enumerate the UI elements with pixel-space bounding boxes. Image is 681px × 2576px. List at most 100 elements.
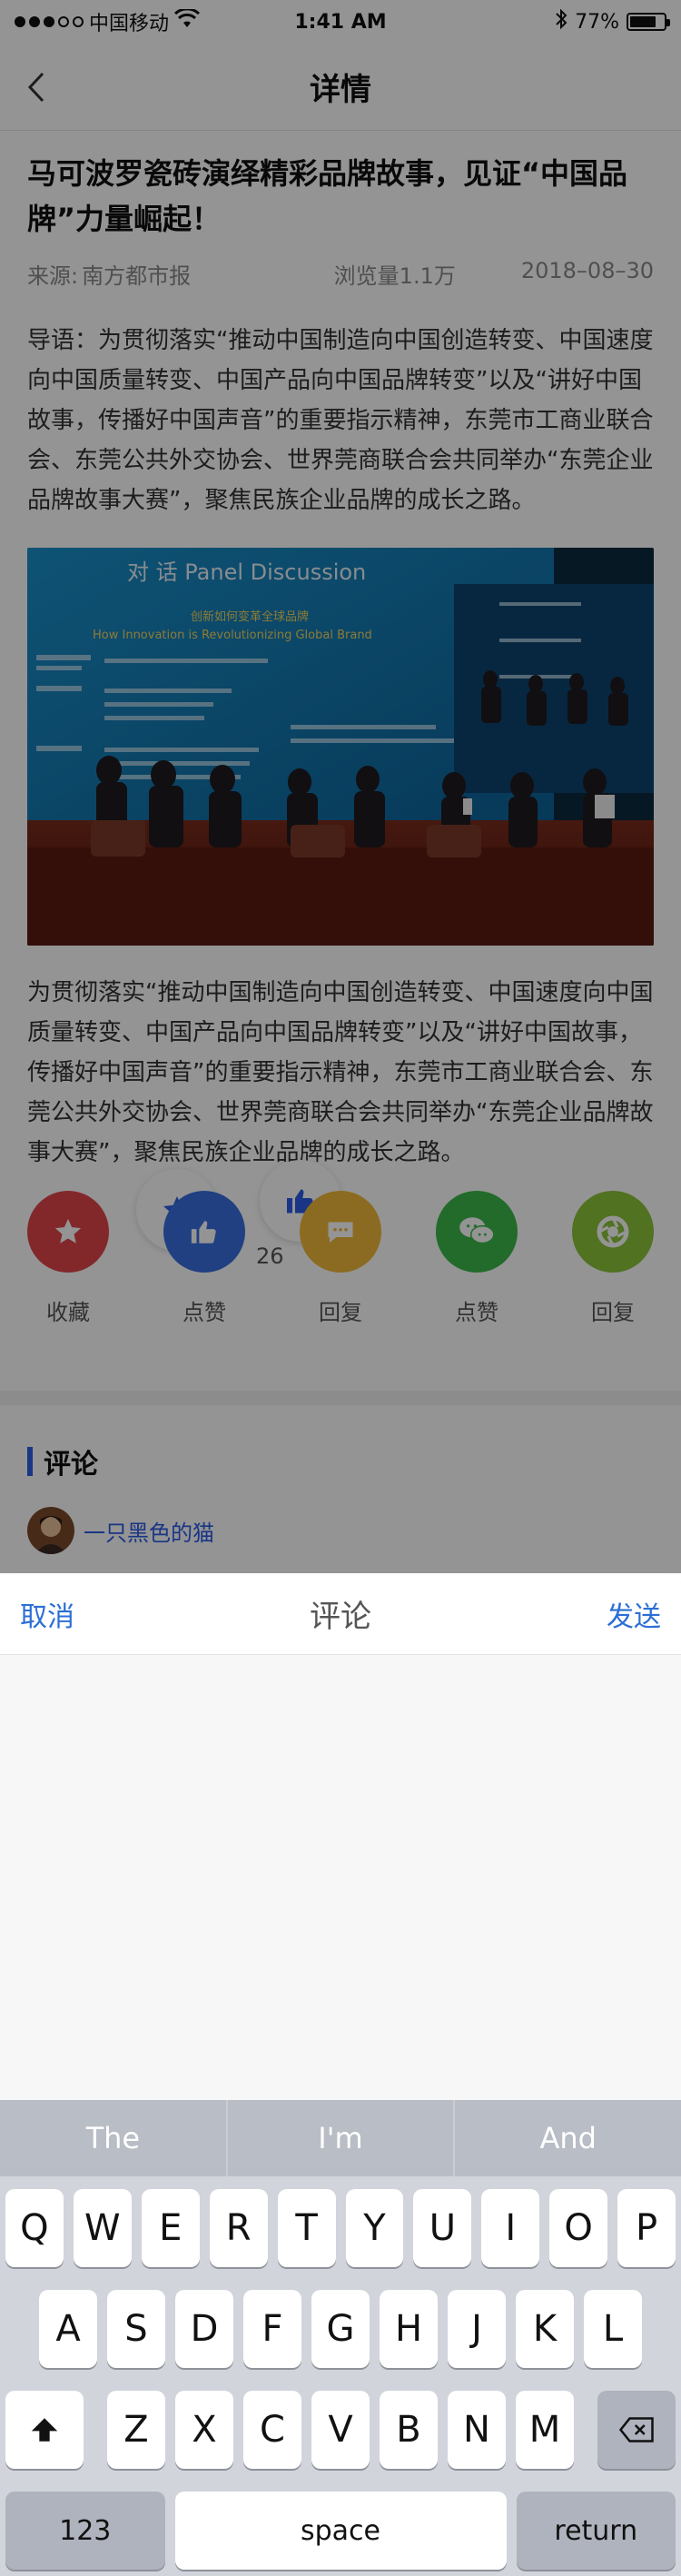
comment-textarea[interactable] <box>0 1655 681 2100</box>
key-k[interactable]: K <box>516 2290 574 2368</box>
moments-icon <box>597 1215 629 1248</box>
avatar[interactable] <box>27 1507 74 1554</box>
status-bar: 中国移动 1:41 AM 77% <box>0 0 681 44</box>
chat-bubble-icon <box>328 1222 353 1243</box>
favorite-button[interactable]: 收藏 <box>27 1191 109 1326</box>
shift-key[interactable] <box>5 2391 84 2469</box>
key-o[interactable]: O <box>549 2189 608 2267</box>
key-row-3-letters: ZXCVBNM <box>107 2391 574 2469</box>
key-i[interactable]: I <box>481 2189 540 2267</box>
key-r[interactable]: R <box>209 2189 268 2267</box>
suggestion-2[interactable]: I'm <box>225 2100 454 2176</box>
suggestion-3[interactable]: And <box>453 2100 681 2176</box>
comments-header: 评论 <box>0 1442 681 1481</box>
article-image[interactable]: 对 话 Panel Discussion 创新如何变革全球品牌 How Inno… <box>27 548 654 946</box>
key-w[interactable]: W <box>73 2189 132 2267</box>
wechat-share-button[interactable]: 点赞 <box>436 1191 518 1326</box>
moments-circle <box>572 1191 654 1273</box>
chevron-left-icon <box>27 72 44 103</box>
comment-username[interactable]: 一只黑色的猫 <box>84 1515 214 1547</box>
source-name: 南方都市报 <box>82 263 192 289</box>
key-a[interactable]: A <box>39 2290 97 2368</box>
source-label: 来源: <box>27 263 79 289</box>
key-y[interactable]: Y <box>345 2189 404 2267</box>
battery-percentage: 77% <box>575 10 619 34</box>
comment-compose-sheet: 取消 评论 发送 <box>0 1573 681 2100</box>
key-row-2: ASDFGHJKL <box>5 2290 676 2368</box>
wechat-icon <box>459 1217 495 1244</box>
backspace-key[interactable] <box>597 2391 676 2469</box>
battery-icon <box>627 13 670 31</box>
send-button[interactable]: 发送 <box>607 1594 661 1634</box>
predictive-bar: The I'm And <box>0 2100 681 2176</box>
comment-item[interactable]: 一只黑色的猫 <box>0 1507 681 1554</box>
navigation-bar: 详情 <box>0 44 681 131</box>
moments-share-button[interactable]: 回复 <box>572 1191 654 1326</box>
section-accent-bar <box>27 1447 33 1476</box>
star-icon <box>54 1218 82 1243</box>
key-g[interactable]: G <box>311 2290 370 2368</box>
favorite-label: 收藏 <box>46 1300 90 1325</box>
wechat-circle <box>436 1191 518 1273</box>
keyboard-rows: QWERTYUIOP ASDFGHJKL ZXCVBNM 123 space r… <box>0 2176 681 2570</box>
signal-strength-icon <box>15 16 84 27</box>
publish-date: 2018–08–30 <box>520 258 654 283</box>
like-label: 点赞 <box>183 1300 226 1325</box>
key-n[interactable]: N <box>448 2391 506 2469</box>
key-l[interactable]: L <box>584 2290 642 2368</box>
article-content: 马可波罗瓷砖演绎精彩品牌故事，见证“中国品牌”力量崛起！ 来源: 南方都市报 浏… <box>0 151 681 1354</box>
shift-arrow-icon <box>31 2418 58 2442</box>
panel-discussion-photo: 对 话 Panel Discussion 创新如何变革全球品牌 How Inno… <box>27 548 654 946</box>
section-divider <box>0 1391 681 1405</box>
battery-fill <box>630 16 656 27</box>
like-circle <box>163 1191 245 1273</box>
source-group: 来源: 南方都市报 <box>27 258 191 290</box>
compose-header: 取消 评论 发送 <box>0 1573 681 1655</box>
article-page: 中国移动 1:41 AM 77% 详情 马可波罗瓷砖演绎精彩品牌故事，见证“中国… <box>0 0 681 1573</box>
favorite-circle <box>27 1191 109 1273</box>
reply-circle <box>300 1191 381 1273</box>
key-h[interactable]: H <box>380 2290 438 2368</box>
key-p[interactable]: P <box>617 2189 676 2267</box>
key-t[interactable]: T <box>277 2189 336 2267</box>
keyboard: The I'm And QWERTYUIOP ASDFGHJKL ZXCVBNM… <box>0 2100 681 2576</box>
compose-title: 评论 <box>310 1599 371 1635</box>
carrier-name: 中国移动 <box>89 13 170 35</box>
key-row-1: QWERTYUIOP <box>5 2189 676 2267</box>
wechat-label: 点赞 <box>455 1300 498 1325</box>
reply-button[interactable]: 回复 <box>300 1191 381 1326</box>
key-m[interactable]: M <box>516 2391 574 2469</box>
key-j[interactable]: J <box>448 2290 506 2368</box>
key-f[interactable]: F <box>243 2290 301 2368</box>
article-lead: 导语：为贯彻落实“推动中国制造向中国创造转变、中国速度向中国质量转变、中国产品向… <box>27 327 654 514</box>
article-title: 马可波罗瓷砖演绎精彩品牌故事，见证“中国品牌”力量崛起！ <box>27 156 628 236</box>
page-title: 详情 <box>310 72 371 108</box>
space-key[interactable]: space <box>174 2492 507 2570</box>
key-row-3: ZXCVBNM <box>5 2391 676 2469</box>
article-meta: 来源: 南方都市报 浏览量1.1万 2018–08–30 <box>27 258 654 290</box>
key-u[interactable]: U <box>413 2189 472 2267</box>
suggestion-1[interactable]: The <box>0 2100 226 2176</box>
status-right-group: 77% <box>555 8 670 35</box>
like-button[interactable]: 点赞 <box>163 1191 245 1326</box>
key-row-4: 123 space return <box>5 2492 676 2570</box>
key-v[interactable]: V <box>311 2391 370 2469</box>
cancel-button[interactable]: 取消 <box>20 1594 74 1634</box>
image-heading: 对 话 Panel Discussion <box>127 560 366 585</box>
image-subheading-en: How Innovation is Revolutionizing Global… <box>93 629 372 642</box>
key-q[interactable]: Q <box>5 2189 64 2267</box>
back-button[interactable] <box>20 71 53 104</box>
key-s[interactable]: S <box>107 2290 165 2368</box>
like-count: 26 <box>256 1243 284 1269</box>
key-b[interactable]: B <box>380 2391 438 2469</box>
return-key[interactable]: return <box>516 2492 676 2570</box>
key-e[interactable]: E <box>141 2189 200 2267</box>
key-d[interactable]: D <box>175 2290 233 2368</box>
article-body: 为贯彻落实“推动中国制造向中国创造转变、中国速度向中国质量转变、中国产品向中国品… <box>27 979 654 1166</box>
key-x[interactable]: X <box>175 2391 233 2469</box>
numbers-key[interactable]: 123 <box>5 2492 165 2570</box>
image-subheading: 创新如何变革全球品牌 <box>191 609 309 624</box>
key-c[interactable]: C <box>243 2391 301 2469</box>
moments-label: 回复 <box>591 1300 635 1325</box>
key-z[interactable]: Z <box>107 2391 165 2469</box>
